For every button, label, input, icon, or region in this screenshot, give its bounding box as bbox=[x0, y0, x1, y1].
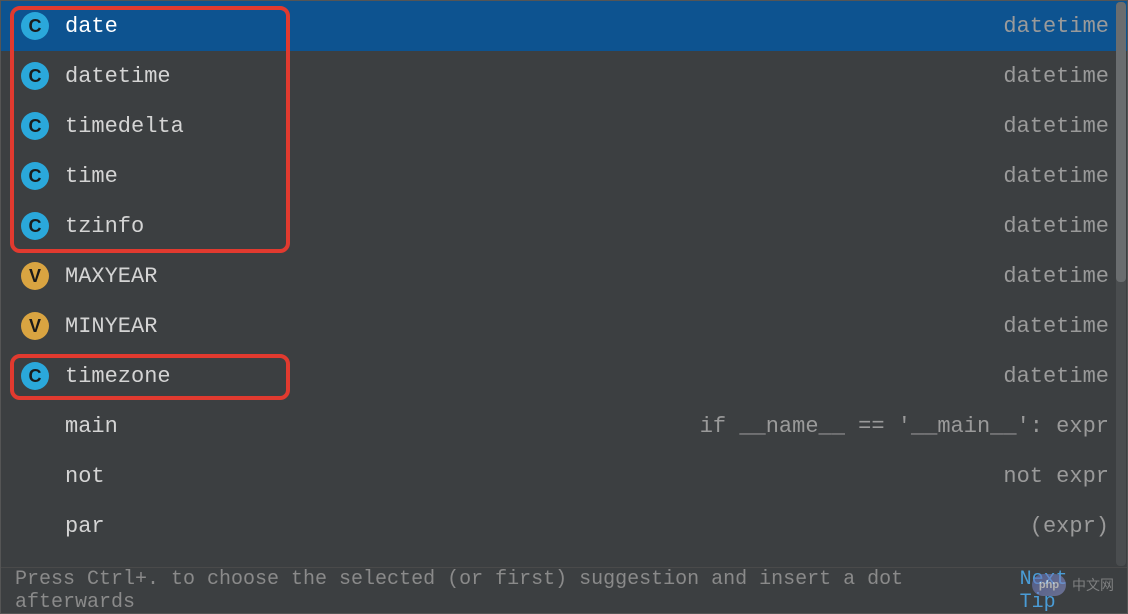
item-type-hint: not expr bbox=[1003, 464, 1109, 489]
item-label: par bbox=[65, 514, 105, 539]
completion-item-tzinfo[interactable]: ctzinfo datetime bbox=[1, 201, 1127, 251]
item-label: timezone bbox=[65, 364, 171, 389]
no-icon bbox=[21, 412, 49, 440]
item-left: c timedelta bbox=[21, 112, 184, 140]
item-type-hint: datetime bbox=[1003, 14, 1109, 39]
item-type-hint: (expr) bbox=[1030, 514, 1109, 539]
item-left: v MAXYEAR bbox=[21, 262, 157, 290]
item-left: c timezone bbox=[21, 362, 171, 390]
completion-item-time[interactable]: ctime datetime bbox=[1, 151, 1127, 201]
item-label: MINYEAR bbox=[65, 314, 157, 339]
completion-item-not[interactable]: not not expr bbox=[1, 451, 1127, 501]
class-icon: c bbox=[21, 12, 49, 40]
completion-item-datetime[interactable]: c datetime datetime bbox=[1, 51, 1127, 101]
variable-icon: v bbox=[21, 312, 49, 340]
item-type-hint: datetime bbox=[1003, 364, 1109, 389]
item-label: timedelta bbox=[65, 114, 184, 139]
item-left: v MINYEAR bbox=[21, 312, 157, 340]
item-left: main bbox=[21, 412, 118, 440]
item-label: not bbox=[65, 464, 105, 489]
item-type-hint: if __name__ == '__main__': expr bbox=[700, 414, 1109, 439]
class-icon: c bbox=[21, 112, 49, 140]
no-icon bbox=[21, 512, 49, 540]
item-left: cdate bbox=[21, 12, 118, 40]
item-type-hint: datetime bbox=[1003, 114, 1109, 139]
item-label: tzinfo bbox=[65, 214, 144, 239]
class-icon: c bbox=[21, 62, 49, 90]
completion-item-timedelta[interactable]: c timedelta datetime bbox=[1, 101, 1127, 151]
item-label: datetime bbox=[65, 64, 171, 89]
item-left: c datetime bbox=[21, 62, 171, 90]
item-left: ctzinfo bbox=[21, 212, 144, 240]
watermark: php 中文网 bbox=[1032, 574, 1114, 596]
item-left: par bbox=[21, 512, 105, 540]
item-type-hint: datetime bbox=[1003, 64, 1109, 89]
class-icon: c bbox=[21, 212, 49, 240]
item-left: ctime bbox=[21, 162, 118, 190]
completion-item-timezone[interactable]: c timezone datetime bbox=[1, 351, 1127, 401]
item-type-hint: datetime bbox=[1003, 314, 1109, 339]
item-left: not bbox=[21, 462, 105, 490]
watermark-text: 中文网 bbox=[1072, 575, 1114, 595]
scrollbar-track[interactable] bbox=[1116, 2, 1126, 566]
status-bar: Press Ctrl+. to choose the selected (or … bbox=[1, 567, 1127, 613]
completion-item-par[interactable]: par (expr) bbox=[1, 501, 1127, 551]
completion-item-date[interactable]: cdate datetime bbox=[1, 1, 1127, 51]
class-icon: c bbox=[21, 362, 49, 390]
item-label: time bbox=[65, 164, 118, 189]
class-icon: c bbox=[21, 162, 49, 190]
scrollbar-thumb[interactable] bbox=[1116, 2, 1126, 282]
completion-item-maxyear[interactable]: v MAXYEAR datetime bbox=[1, 251, 1127, 301]
status-tip-text: Press Ctrl+. to choose the selected (or … bbox=[15, 568, 1008, 614]
item-type-hint: datetime bbox=[1003, 164, 1109, 189]
completion-item-main[interactable]: main if __name__ == '__main__': expr bbox=[1, 401, 1127, 451]
no-icon bbox=[21, 462, 49, 490]
completion-list: cdatedatetimecdatetimedatetimectimedelta… bbox=[1, 1, 1127, 567]
item-type-hint: datetime bbox=[1003, 264, 1109, 289]
variable-icon: v bbox=[21, 262, 49, 290]
item-label: main bbox=[65, 414, 118, 439]
item-label: date bbox=[65, 14, 118, 39]
item-label: MAXYEAR bbox=[65, 264, 157, 289]
watermark-logo: php bbox=[1032, 574, 1066, 596]
completion-item-minyear[interactable]: v MINYEAR datetime bbox=[1, 301, 1127, 351]
item-type-hint: datetime bbox=[1003, 214, 1109, 239]
